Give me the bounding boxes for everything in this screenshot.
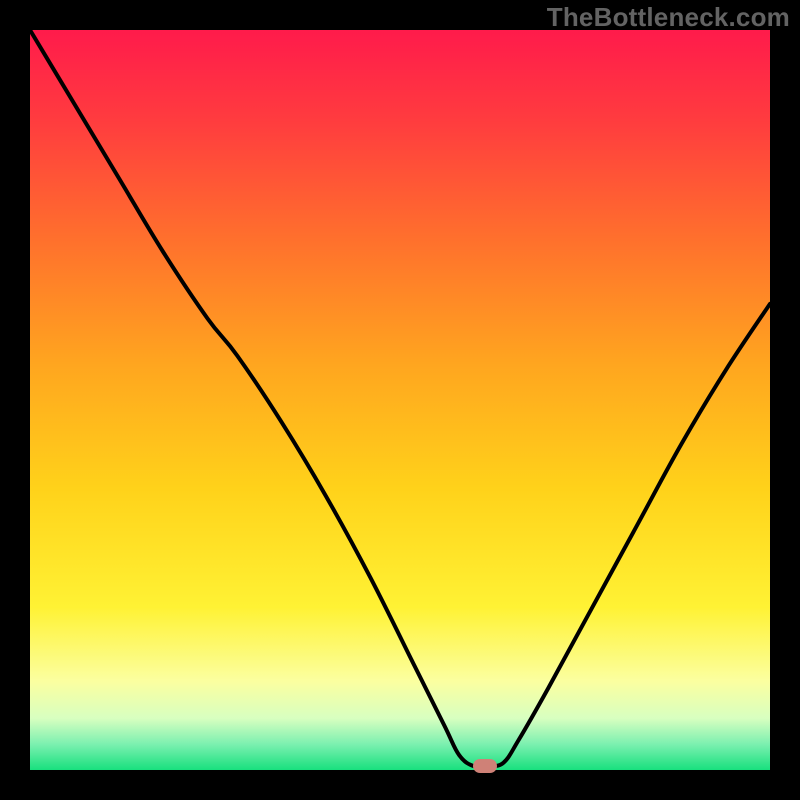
chart-frame: TheBottleneck.com [0, 0, 800, 800]
watermark-text: TheBottleneck.com [547, 2, 790, 33]
bottleneck-plot [30, 30, 770, 770]
gradient-background [30, 30, 770, 770]
optimal-point-marker [473, 759, 497, 773]
